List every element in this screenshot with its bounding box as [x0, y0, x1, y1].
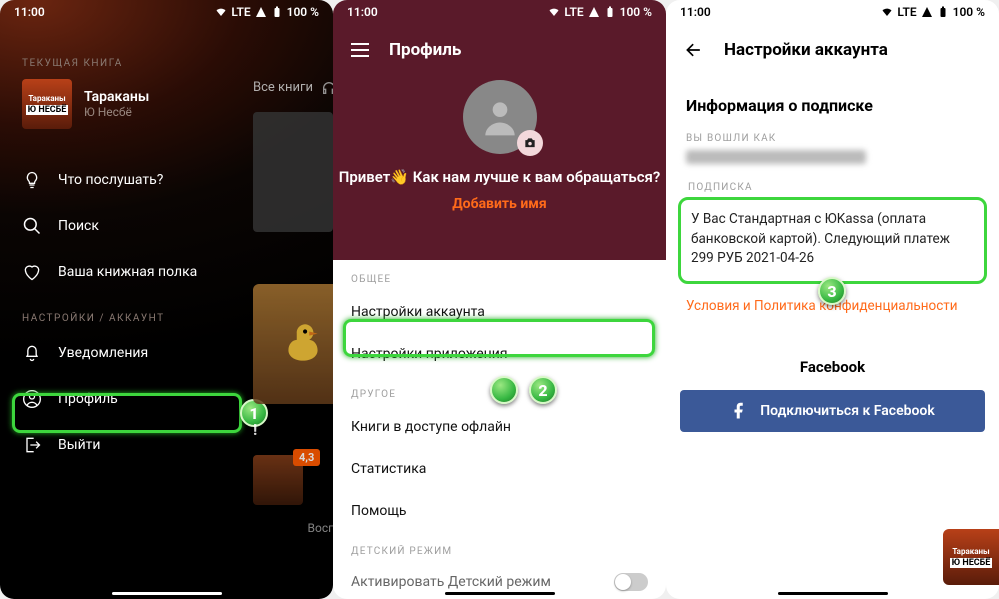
status-bar: 11:00 LTE 100 %: [333, 0, 666, 24]
section-kids: ДЕТСКИЙ РЕЖИМ: [333, 532, 666, 563]
menu-label: Профиль: [58, 391, 118, 407]
back-icon[interactable]: [684, 40, 704, 60]
logged-as-label: ВЫ ВОШЛИ КАК: [666, 125, 999, 148]
facebook-header: Facebook: [666, 358, 999, 376]
heart-icon: [22, 262, 42, 282]
status-net: LTE: [231, 5, 250, 19]
menu-label: Что послушать?: [58, 172, 163, 188]
subscription-label: ПОДПИСКА: [666, 174, 999, 197]
subscription-header: Информация о подписке: [666, 76, 999, 125]
person-icon: [478, 95, 522, 139]
facebook-connect-button[interactable]: Подключиться к Facebook: [680, 390, 985, 432]
book-author: Ю Несбё: [84, 105, 149, 119]
playing-label: Воспроизв: [253, 521, 333, 535]
nav-handle[interactable]: [778, 592, 888, 595]
item-help[interactable]: Помощь: [333, 490, 666, 532]
status-time: 11:00: [347, 5, 378, 19]
battery-icon: [271, 6, 283, 18]
excl-text: !: [253, 420, 333, 439]
status-batt: 100 %: [620, 5, 652, 19]
status-net: LTE: [564, 5, 583, 19]
camera-button[interactable]: [517, 130, 543, 156]
status-time: 11:00: [14, 5, 45, 19]
camera-icon: [523, 136, 537, 150]
rating-badge: 4,3: [293, 449, 320, 466]
kids-toggle[interactable]: [614, 573, 648, 591]
item-stats[interactable]: Статистика: [333, 448, 666, 490]
screen-sidebar: 11:00 LTE 100 % ТЕКУЩАЯ КНИГА Тараканы Ю…: [0, 0, 333, 599]
signal-icon: [588, 6, 600, 18]
duck-icon: [278, 319, 328, 369]
book-title: Тараканы: [84, 89, 149, 105]
avatar[interactable]: [463, 80, 537, 154]
status-bar: 11:00 LTE 100 %: [666, 0, 999, 24]
book-cover-bg[interactable]: [253, 112, 333, 232]
section-general: ОБЩЕЕ: [333, 260, 666, 291]
item-offline[interactable]: Книги в доступе офлайн: [333, 406, 666, 448]
bulb-icon: [22, 170, 42, 190]
add-name-link[interactable]: Добавить имя: [333, 196, 666, 212]
now-playing-mini[interactable]: Тараканы Ю НЕСБЁ: [943, 529, 999, 585]
facebook-button-label: Подключиться к Facebook: [760, 403, 934, 419]
tab-all-books[interactable]: Все книги: [253, 80, 313, 96]
callout-3: 3: [818, 277, 846, 305]
user-email-blurred: [686, 150, 866, 164]
status-time: 11:00: [680, 5, 711, 19]
wifi-icon: [548, 6, 560, 18]
status-net: LTE: [897, 5, 916, 19]
nav-handle[interactable]: [445, 592, 555, 595]
facebook-icon: [730, 402, 748, 420]
bell-icon: [22, 343, 42, 363]
logout-icon: [22, 435, 42, 455]
wifi-icon: [215, 6, 227, 18]
profile-icon: [22, 389, 42, 409]
signal-icon: [255, 6, 267, 18]
signal-icon: [921, 6, 933, 18]
subscription-info: У Вас Стандартная с ЮKassa (оплата банко…: [678, 197, 987, 284]
page-title: Настройки аккаунта: [724, 40, 888, 60]
menu-label: Выйти: [58, 437, 101, 453]
status-batt: 100 %: [953, 5, 985, 19]
menu-label: Уведомления: [58, 345, 148, 361]
item-account-settings[interactable]: Настройки аккаунта: [333, 291, 666, 333]
wifi-icon: [881, 6, 893, 18]
screen-profile: 11:00 LTE 100 % Профиль Привет👋 Как нам …: [333, 0, 666, 599]
screen-account-settings: 11:00 LTE 100 % Настройки аккаунта Инфор…: [666, 0, 999, 599]
greeting-text: Привет👋 Как нам лучше к вам обращаться?: [333, 168, 666, 186]
book-cover: Тараканы Ю НЕСБЁ: [22, 79, 72, 129]
headphones-icon: [321, 80, 333, 96]
subscription-text: У Вас Стандартная с ЮKassa (оплата банко…: [691, 211, 950, 266]
battery-icon: [937, 6, 949, 18]
status-batt: 100 %: [287, 5, 319, 19]
nav-handle[interactable]: [112, 592, 222, 595]
battery-icon: [604, 6, 616, 18]
book-cover-duck[interactable]: [253, 284, 333, 404]
current-book-label: ТЕКУЩАЯ КНИГА: [22, 58, 333, 69]
menu-label: Ваша книжная полка: [58, 264, 197, 280]
callout-2: 2: [529, 376, 557, 404]
background-content: Все книги ! 4,3 Воспроизв: [253, 80, 333, 560]
menu-label: Поиск: [58, 218, 99, 234]
menu-icon[interactable]: [351, 43, 369, 57]
search-icon: [22, 216, 42, 236]
status-bar: 11:00 LTE 100 %: [0, 0, 333, 24]
callout-2-ghost: [490, 376, 518, 404]
kids-label: Активировать Детский режим: [351, 574, 551, 590]
page-title: Профиль: [389, 40, 461, 60]
item-app-settings[interactable]: Настройки приложения: [333, 333, 666, 375]
